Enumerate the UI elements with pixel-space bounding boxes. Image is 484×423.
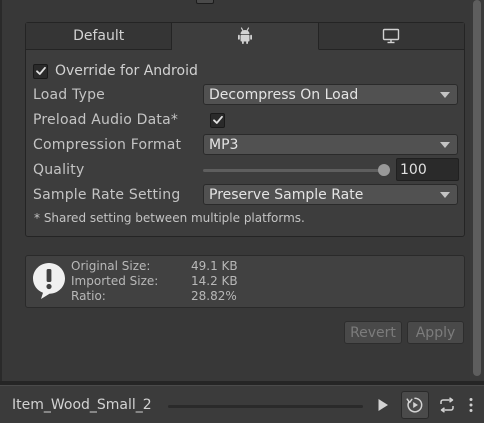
dropdown-arrow-icon xyxy=(440,92,450,98)
quality-input[interactable]: 100 xyxy=(396,158,459,181)
quality-slider-track[interactable] xyxy=(203,169,388,172)
scrollbar[interactable] xyxy=(470,0,484,380)
load-type-label: Load Type xyxy=(33,87,105,103)
more-options-button[interactable] xyxy=(462,391,480,419)
info-icon xyxy=(32,262,66,300)
info-row: Original Size: 49.1 KB xyxy=(71,259,238,274)
shared-setting-note: * Shared setting between multiple platfo… xyxy=(34,211,305,225)
sample-rate-row: Sample Rate Setting xyxy=(33,184,201,206)
scrollbar-thumb[interactable] xyxy=(473,0,481,376)
revert-button[interactable]: Revert xyxy=(344,321,402,344)
clip-name: Item_Wood_Small_2 xyxy=(12,397,152,413)
preload-label: Preload Audio Data* xyxy=(33,112,179,128)
dropdown-arrow-icon xyxy=(440,142,450,148)
more-vertical-icon xyxy=(469,398,473,412)
quality-slider-thumb[interactable] xyxy=(378,164,390,176)
quality-row: Quality xyxy=(33,159,201,181)
sample-rate-value: Preserve Sample Rate xyxy=(209,186,364,203)
compression-value: MP3 xyxy=(209,136,239,153)
compression-label: Compression Format xyxy=(33,137,182,153)
original-size-value: 49.1 KB xyxy=(191,259,238,273)
ratio-label: Ratio: xyxy=(71,289,106,303)
play-button[interactable] xyxy=(369,391,397,419)
compression-dropdown[interactable]: MP3 xyxy=(203,134,458,155)
quality-value: 100 xyxy=(400,161,427,178)
sample-rate-label: Sample Rate Setting xyxy=(33,187,181,203)
import-info-box: Original Size: 49.1 KB Imported Size: 14… xyxy=(25,255,465,308)
load-type-dropdown[interactable]: Decompress On Load xyxy=(203,84,458,105)
loop-button[interactable] xyxy=(433,391,461,419)
tab-default[interactable]: Default xyxy=(26,23,173,50)
override-row: Override for Android xyxy=(33,60,198,82)
imported-size-label: Imported Size: xyxy=(71,274,159,288)
playback-position-track[interactable] xyxy=(168,405,363,408)
imported-size-value: 14.2 KB xyxy=(191,274,238,288)
load-type-value: Decompress On Load xyxy=(209,86,359,103)
platform-settings-panel: Default Override for Android Load Type D… xyxy=(25,22,465,237)
left-edge xyxy=(0,0,2,423)
compression-row: Compression Format xyxy=(33,134,201,156)
apply-button[interactable]: Apply xyxy=(407,321,464,344)
audio-preview-bar: Item_Wood_Small_2 xyxy=(0,385,484,423)
info-details: Original Size: 49.1 KB Imported Size: 14… xyxy=(71,259,238,304)
sample-rate-dropdown[interactable]: Preserve Sample Rate xyxy=(203,184,458,205)
tab-android[interactable] xyxy=(172,23,319,50)
quality-label: Quality xyxy=(33,162,85,178)
dropdown-arrow-icon xyxy=(440,192,450,198)
auto-play-button[interactable] xyxy=(401,391,429,419)
original-size-label: Original Size: xyxy=(71,259,151,273)
tab-standalone[interactable] xyxy=(318,23,464,50)
loop-icon xyxy=(440,397,454,413)
auto-play-icon xyxy=(406,397,423,413)
android-icon xyxy=(237,27,253,45)
play-icon xyxy=(378,399,388,411)
tab-default-label: Default xyxy=(73,28,125,44)
top-toggle-stub[interactable] xyxy=(196,0,214,4)
info-row: Imported Size: 14.2 KB xyxy=(71,274,238,289)
ratio-value: 28.82% xyxy=(191,289,237,303)
checkmark-icon xyxy=(212,115,223,124)
preload-row: Preload Audio Data* xyxy=(33,109,225,131)
platform-tabs: Default xyxy=(26,23,464,50)
checkmark-icon xyxy=(35,66,46,75)
preload-checkbox[interactable] xyxy=(210,112,225,128)
monitor-icon xyxy=(382,28,400,44)
load-type-row: Load Type xyxy=(33,84,201,106)
override-label: Override for Android xyxy=(55,63,198,79)
override-checkbox[interactable] xyxy=(33,63,48,79)
info-row: Ratio: 28.82% xyxy=(71,289,238,304)
